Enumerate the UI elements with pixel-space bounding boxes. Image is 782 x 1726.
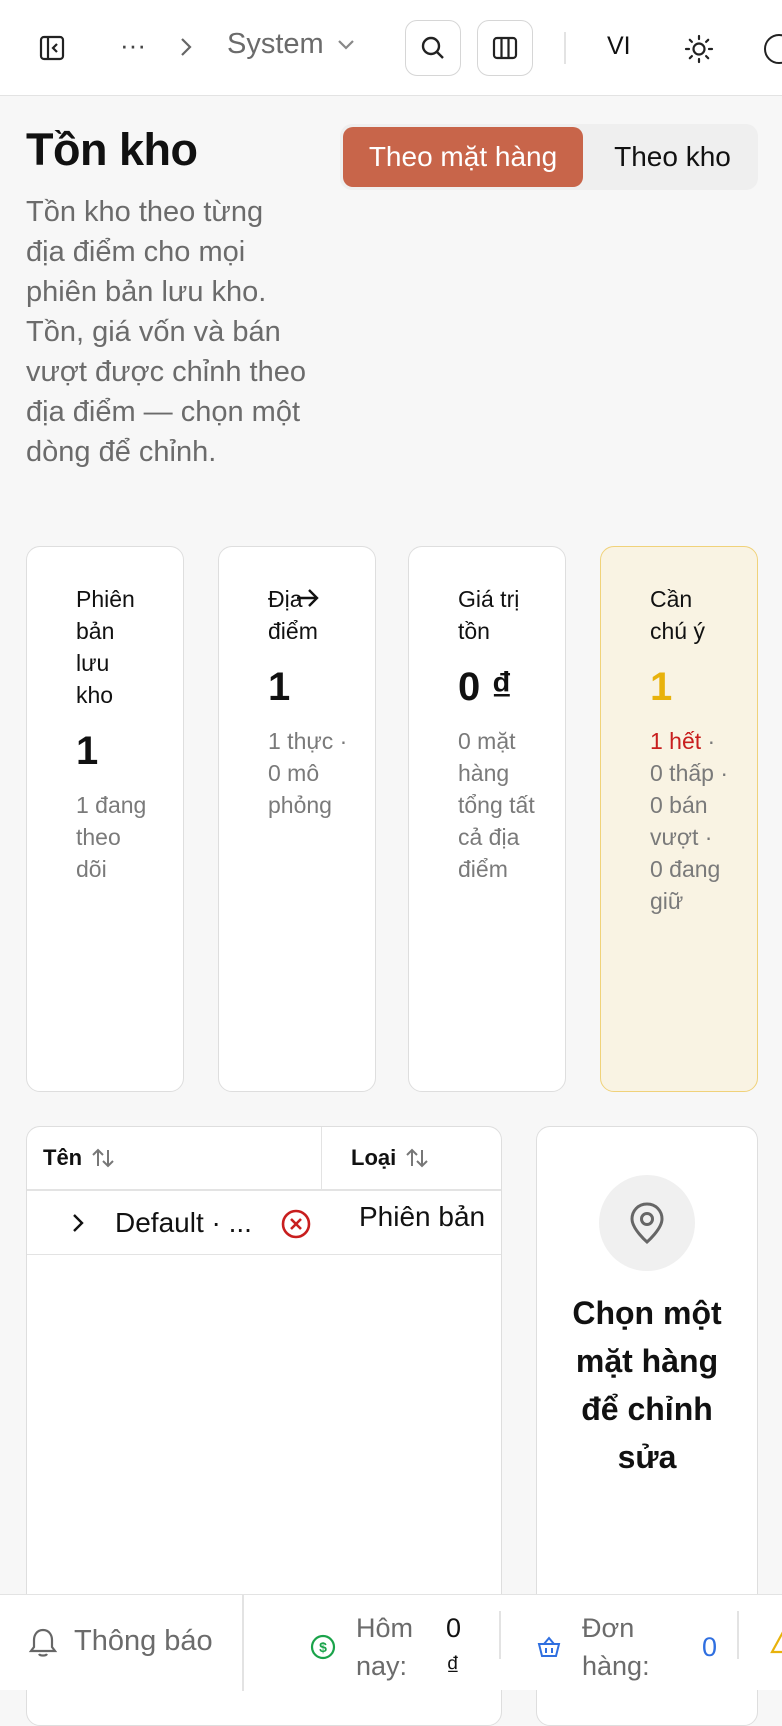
column-header-label: Tên: [43, 1145, 83, 1170]
warning-triangle-icon: [770, 1631, 782, 1654]
cell-type: Phiên bản: [359, 1201, 486, 1232]
table-header: Tên Loại: [27, 1127, 501, 1191]
stat-sub: 1 hết · 0 thấp · 0 bán vượt · 0 đang giữ: [650, 725, 730, 917]
stat-label: Giá trị tồn: [458, 586, 520, 644]
orders-value: 0: [702, 1631, 718, 1662]
expand-chevron-icon[interactable]: [69, 1212, 87, 1234]
user-menu-button[interactable]: [764, 34, 782, 64]
location-pin-badge: [599, 1175, 695, 1271]
stat-card-locations[interactable]: Địa điểm 1 1 thực · 0 mô phỏng: [218, 546, 376, 1092]
stat-label: Phiên bản lưu kho: [76, 586, 135, 708]
out-of-stock-icon: [281, 1209, 311, 1239]
column-header-type[interactable]: Loại: [351, 1145, 430, 1171]
basket-icon: [537, 1636, 561, 1657]
breadcrumb-chevron-icon: [178, 36, 194, 63]
stat-value: 0 ₫: [458, 665, 512, 709]
stat-value: 1: [650, 665, 673, 709]
dollar-circle-icon: $: [310, 1634, 336, 1660]
column-header-label: Loại: [351, 1145, 397, 1170]
search-icon: [421, 36, 444, 59]
columns-button[interactable]: [477, 20, 533, 76]
breadcrumb-current-label: System: [227, 28, 324, 60]
column-header-name[interactable]: Tên: [43, 1145, 116, 1171]
tab-by-item[interactable]: Theo mặt hàng: [343, 127, 583, 187]
notifications-label: Thông báo: [74, 1625, 213, 1657]
stat-value: 1: [76, 729, 99, 773]
sun-icon: [684, 34, 714, 64]
breadcrumb-more-button[interactable]: ···: [120, 30, 146, 61]
page-description: Tồn kho theo từng địa điểm cho mọi phiên…: [26, 196, 306, 468]
stat-value: 1: [268, 665, 291, 709]
columns-icon: [492, 36, 518, 60]
stat-label: Cần chú ý: [650, 586, 705, 644]
sidebar-collapse-icon: [39, 35, 65, 61]
theme-toggle-button[interactable]: [684, 34, 714, 69]
arrow-right-icon: [297, 589, 319, 607]
table-row[interactable]: Default · ... Phiên bản: [27, 1191, 501, 1255]
stat-sub: 1 thực · 0 mô phỏng: [268, 728, 348, 818]
bottombar-divider: [242, 1595, 244, 1691]
page-title: Tồn kho: [26, 124, 198, 175]
cell-name: Default · ...: [115, 1207, 252, 1238]
chevron-down-icon: [337, 39, 354, 50]
column-divider: [321, 1127, 322, 1191]
stat-card-skus: Phiên bản lưu kho 1 1 đang theo dõi: [26, 546, 184, 1092]
sidebar-toggle-button[interactable]: [38, 34, 66, 62]
stat-card-stock-value: Giá trị tồn 0 ₫ 0 mặt hàng tổng tất cả đ…: [408, 546, 566, 1092]
search-button[interactable]: [405, 20, 461, 76]
stat-sub: 1 đang theo dõi: [76, 792, 147, 882]
out-of-stock-count: 1 hết: [650, 728, 702, 754]
topbar-divider: [564, 32, 566, 64]
view-toggle: Theo mặt hàng Theo kho: [340, 124, 758, 190]
orders-label: Đơn hàng:: [582, 1613, 650, 1681]
svg-text:$: $: [319, 1639, 327, 1655]
bottom-bar: Thông báo $ Hôm nay: 0 ₫ Đơn hàng: 0: [0, 1594, 782, 1691]
top-bar: ··· System VI: [0, 0, 782, 96]
today-revenue: $ Hôm nay: 0 ₫: [310, 1609, 476, 1685]
language-switch[interactable]: VI: [607, 32, 631, 61]
today-label: Hôm nay:: [356, 1613, 414, 1681]
empty-state-text: Chọn một mặt hàng để chỉnh sửa: [572, 1295, 722, 1475]
today-value: 0 ₫: [446, 1613, 462, 1681]
warning-indicator[interactable]: [770, 1629, 782, 1655]
breadcrumb-current[interactable]: System: [227, 28, 356, 61]
stat-sub: 0 mặt hàng tổng tất cả địa điểm: [458, 728, 535, 882]
sort-icon: [92, 1148, 114, 1168]
bell-icon: [28, 1628, 58, 1657]
tab-by-warehouse[interactable]: Theo kho: [590, 127, 755, 187]
location-pin-icon: [630, 1202, 664, 1244]
stat-card-attention: Cần chú ý 1 1 hết · 0 thấp · 0 bán vượt …: [600, 546, 758, 1092]
bottombar-divider: [737, 1611, 739, 1659]
notifications-button[interactable]: Thông báo: [28, 1625, 213, 1658]
sort-icon: [406, 1148, 428, 1168]
orders-count: Đơn hàng: 0: [536, 1609, 717, 1685]
bottombar-divider: [499, 1611, 501, 1659]
stat-sub-rest: · 0 thấp · 0 bán vượt · 0 đang giữ: [650, 728, 728, 914]
